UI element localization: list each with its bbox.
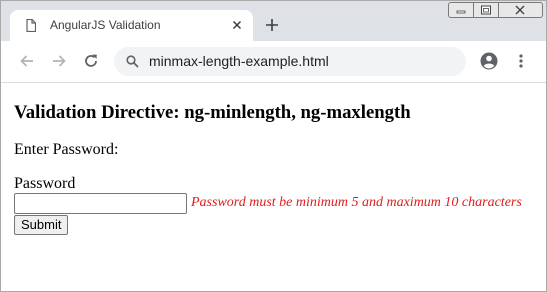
close-window-button[interactable] [499, 2, 543, 18]
browser-window: AngularJS Validation minmax-length-examp… [0, 0, 547, 292]
browser-tab[interactable]: AngularJS Validation [10, 10, 253, 41]
minimize-icon [456, 10, 466, 14]
search-icon [126, 55, 139, 68]
submit-button[interactable]: Submit [14, 215, 69, 235]
browser-toolbar: minmax-length-example.html [1, 41, 546, 83]
file-icon [26, 19, 36, 32]
tab-title: AngularJS Validation [50, 18, 161, 32]
close-icon [515, 5, 525, 15]
enter-password-label: Enter Password: [14, 141, 119, 158]
account-icon[interactable] [480, 52, 498, 70]
plus-icon[interactable] [265, 18, 279, 32]
arrow-right-icon[interactable] [51, 53, 67, 69]
kebab-menu-icon[interactable] [513, 53, 529, 69]
restore-icon [481, 5, 491, 15]
close-tab-icon[interactable] [230, 18, 244, 32]
minimize-button[interactable] [448, 2, 474, 18]
password-input[interactable] [14, 193, 187, 214]
address-bar[interactable]: minmax-length-example.html [114, 47, 466, 76]
password-error-message: Password must be minimum 5 and maximum 1… [191, 195, 522, 210]
password-label: Password [14, 175, 76, 192]
page-heading: Validation Directive: ng-minlength, ng-m… [14, 102, 411, 123]
url-text: minmax-length-example.html [149, 53, 329, 69]
tab-strip: AngularJS Validation [1, 1, 546, 41]
reload-icon[interactable] [83, 53, 99, 69]
window-controls [448, 2, 545, 20]
page-content: Validation Directive: ng-minlength, ng-m… [1, 83, 546, 291]
arrow-left-icon[interactable] [19, 53, 35, 69]
restore-button[interactable] [474, 2, 499, 18]
